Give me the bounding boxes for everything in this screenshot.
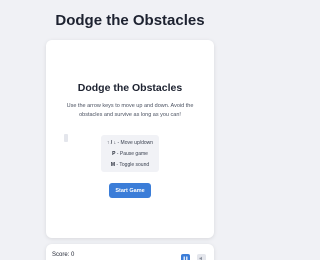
page: Dodge the Obstacles Dodge the Obstacles … [0, 0, 260, 260]
game-card: Dodge the Obstacles Use the arrow keys t… [46, 40, 214, 238]
score-display: Score: 0 [52, 252, 75, 258]
pause-icon [183, 256, 188, 260]
menu-description: Use the arrow keys to move up and down. … [66, 103, 194, 118]
control-row-sound: M - Toggle sound [101, 162, 159, 168]
control-action: Pause game [119, 150, 148, 157]
menu-title: Dodge the Obstacles [77, 82, 183, 94]
control-row-move: ↑ / ↓ - Move up/down [101, 140, 159, 146]
sound-icon [199, 256, 202, 260]
start-game-button[interactable]: Start Game [109, 183, 151, 198]
control-action: Move up/down [120, 139, 154, 146]
status-bar: Score: 0 [46, 244, 214, 260]
player-marker [64, 134, 68, 142]
controls-list: ↑ / ↓ - Move up/down P - Pause game M - … [101, 135, 159, 172]
game-area[interactable]: Dodge the Obstacles Use the arrow keys t… [46, 40, 214, 238]
page-title: Dodge the Obstacles [55, 12, 205, 29]
control-action: Toggle sound [119, 161, 150, 168]
control-key: P [112, 150, 116, 157]
pause-button[interactable] [181, 254, 190, 260]
control-row-pause: P - Pause game [101, 151, 159, 157]
sound-toggle-button[interactable] [197, 254, 206, 260]
control-key: ↑ / ↓ [106, 139, 117, 146]
control-key: M [110, 161, 116, 168]
